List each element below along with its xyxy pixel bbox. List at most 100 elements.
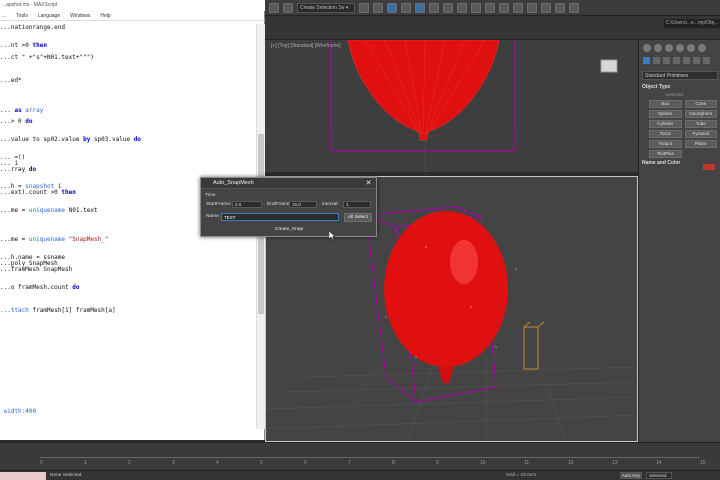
- code-token: sp03.value: [90, 136, 134, 144]
- timeline-tick-label: 6: [304, 460, 307, 466]
- timeline[interactable]: 0 1 2 3 4 5 6 7 8 9 10 11 12 13 14 15: [0, 442, 720, 470]
- systems-icon[interactable]: [703, 57, 710, 64]
- shapes-icon[interactable]: [653, 57, 660, 64]
- layer-icon[interactable]: [401, 2, 411, 13]
- code-token: do: [28, 165, 37, 173]
- object-button-teapot[interactable]: Teapot: [649, 140, 682, 148]
- material-editor-icon[interactable]: [457, 2, 467, 13]
- code-token: ...> 0: [0, 118, 26, 126]
- editor-menu-item[interactable]: Windows: [70, 11, 90, 20]
- undo-icon[interactable]: [269, 2, 279, 13]
- hierarchy-tab-icon[interactable]: [665, 44, 673, 52]
- main-toolbar: Create Selection Se ▾: [265, 0, 720, 16]
- code-token: uniquename: [28, 206, 66, 214]
- time-group-label: Time: [205, 193, 216, 198]
- code-line: ...me = uniquename N01.text: [0, 207, 98, 214]
- object-type-rollout[interactable]: Object Type: [642, 83, 718, 91]
- timeline-tick-label: 4: [216, 460, 219, 466]
- object-button-cone[interactable]: Cone: [684, 100, 717, 108]
- code-line: ...value to sp02.value by sp03.value do: [0, 136, 141, 143]
- selection-set-dropdown[interactable]: Create Selection Se ▾: [297, 2, 355, 13]
- editor-menu-item[interactable]: Tools: [16, 11, 28, 20]
- object-button-cylinder[interactable]: Cylinder: [649, 120, 682, 128]
- editor-menu-item[interactable]: ...: [2, 11, 6, 20]
- code-line: ...nationrange.end: [0, 24, 65, 31]
- name-input[interactable]: TEST: [221, 213, 339, 221]
- timeline-tick-label: 14: [656, 460, 662, 466]
- align-icon[interactable]: [387, 2, 397, 13]
- key-filter-dropdown[interactable]: Selected: [646, 472, 672, 479]
- maxscript-listener-mini[interactable]: [0, 472, 46, 480]
- project-path-field[interactable]: C:\Users\...e...mp\Obj...: [664, 19, 720, 28]
- object-button-torus[interactable]: Torus: [649, 130, 682, 138]
- code-token: ...me =: [0, 236, 29, 244]
- top-viewport-scene: [265, 40, 638, 172]
- name-label: Name:: [206, 214, 221, 219]
- mirror-icon[interactable]: [373, 2, 383, 13]
- cameras-icon[interactable]: [673, 57, 680, 64]
- rendered-frame-icon[interactable]: [485, 2, 495, 13]
- code-line: ...ct " +"s"+N01.text+"""): [0, 54, 94, 61]
- space-warps-icon[interactable]: [693, 57, 700, 64]
- render-icon[interactable]: [499, 2, 509, 13]
- object-button-plane[interactable]: Plane: [684, 140, 717, 148]
- autogrid-checkbox[interactable]: AutoGrid: [665, 92, 683, 97]
- top-viewport[interactable]: [+] [Top] [Standard] [Wireframe]: [265, 40, 638, 172]
- scene-explorer-icon[interactable]: [415, 2, 425, 13]
- object-button-box[interactable]: Box: [649, 100, 682, 108]
- close-icon[interactable]: ✕: [364, 179, 373, 188]
- schematic-view-icon[interactable]: [443, 2, 453, 13]
- timeline-tick-label: 10: [480, 460, 486, 466]
- maximize-icon[interactable]: [569, 2, 579, 13]
- graph-editor-icon[interactable]: [429, 2, 439, 13]
- motion-tab-icon[interactable]: [676, 44, 684, 52]
- minimize-icon[interactable]: [555, 2, 565, 13]
- modify-tab-icon[interactable]: [654, 44, 662, 52]
- utilities-tab-icon[interactable]: [698, 44, 706, 52]
- geometry-icon[interactable]: [643, 57, 650, 64]
- code-line: ...ed*: [0, 77, 22, 84]
- object-button-sphere[interactable]: Sphere: [649, 110, 682, 118]
- code-token: ...value to sp02.value: [0, 136, 84, 144]
- editor-menu-item[interactable]: Language: [38, 11, 60, 20]
- auto-key-button[interactable]: Auto Key: [620, 472, 642, 479]
- object-type-buttons: Box Cone Sphere GeoSphere Cylinder Tube Torus P…: [649, 100, 717, 158]
- time-slider-track[interactable]: [40, 457, 700, 458]
- all-select-button[interactable]: All Select: [344, 213, 372, 222]
- primitive-type-dropdown[interactable]: Standard Primitives: [642, 71, 718, 80]
- object-color-swatch[interactable]: [703, 164, 715, 170]
- viewcube-icon: [600, 59, 618, 73]
- timeline-tick-label: 3: [172, 460, 175, 466]
- lights-icon[interactable]: [663, 57, 670, 64]
- command-panel-tabs: [639, 44, 720, 56]
- interval-spinner[interactable]: 1: [343, 201, 371, 208]
- code-token: ...me =: [0, 206, 29, 214]
- code-line: ...ext).count >0 then: [0, 189, 76, 196]
- timeline-tick-label: 1: [84, 460, 87, 466]
- timeline-tick-label: 9: [436, 460, 439, 466]
- object-button-tube[interactable]: Tube: [684, 120, 717, 128]
- create-tab-icon[interactable]: [643, 44, 651, 52]
- object-button-geosphere[interactable]: GeoSphere: [684, 110, 717, 118]
- object-button-textplus[interactable]: TextPlus: [649, 150, 682, 158]
- editor-menubar: ... Tools Language Windows Help: [0, 11, 265, 21]
- create-snap-button[interactable]: Create_Snap: [205, 225, 373, 234]
- editor-menu-item[interactable]: Help: [100, 11, 110, 20]
- end-frame-spinner[interactable]: 15.0: [289, 201, 317, 208]
- code-token: ...framMesh SnapMesh: [0, 265, 73, 273]
- more-tools-icon[interactable]: [541, 2, 551, 13]
- code-token: array: [25, 106, 44, 114]
- object-button-pyramid[interactable]: Pyramid: [684, 130, 717, 138]
- named-selection-icon[interactable]: [359, 2, 369, 13]
- display-tab-icon[interactable]: [687, 44, 695, 52]
- cloud-render-icon[interactable]: [527, 2, 537, 13]
- interval-label: interval:: [322, 202, 339, 207]
- status-bar: None Selected Grid = 10.0cm Auto Key Sel…: [0, 470, 720, 480]
- timeline-tick-label: 12: [568, 460, 574, 466]
- start-frame-spinner[interactable]: 0.0: [232, 201, 262, 208]
- render-iterative-icon[interactable]: [513, 2, 523, 13]
- redo-icon[interactable]: [283, 2, 293, 13]
- helpers-icon[interactable]: [683, 57, 690, 64]
- render-setup-icon[interactable]: [471, 2, 481, 13]
- code-line: ...me = uniquename "SnapMesh_": [0, 236, 108, 243]
